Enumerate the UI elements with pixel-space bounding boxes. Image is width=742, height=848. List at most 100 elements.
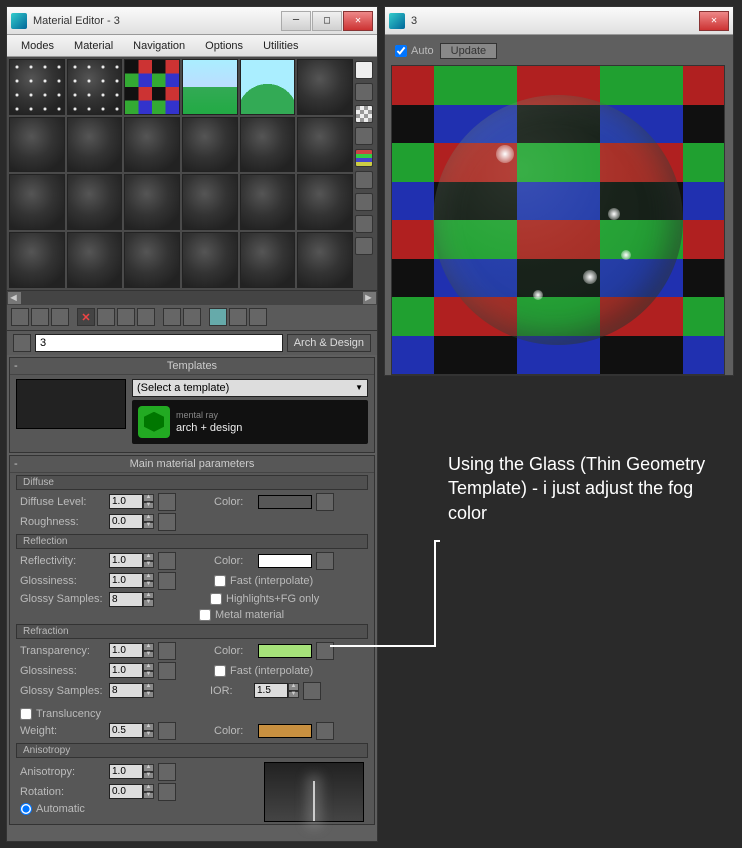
menu-navigation[interactable]: Navigation bbox=[123, 37, 195, 55]
material-slot[interactable] bbox=[9, 117, 65, 173]
material-slot[interactable] bbox=[124, 232, 180, 288]
diffuse-color-map[interactable] bbox=[316, 493, 334, 511]
show-end-result-icon[interactable] bbox=[209, 308, 227, 326]
rotation-input[interactable] bbox=[109, 784, 143, 799]
templates-header[interactable]: -Templates bbox=[10, 358, 374, 375]
refr-fast-checkbox[interactable]: Fast (interpolate) bbox=[214, 665, 313, 677]
roughness-map[interactable] bbox=[158, 513, 176, 531]
material-slot[interactable] bbox=[297, 174, 353, 230]
material-slot[interactable] bbox=[182, 232, 238, 288]
material-slot[interactable] bbox=[182, 174, 238, 230]
spinner-down[interactable]: ▼ bbox=[143, 502, 154, 510]
diffuse-level-map[interactable] bbox=[158, 493, 176, 511]
material-slot[interactable] bbox=[124, 174, 180, 230]
translucency-checkbox[interactable]: Translucency bbox=[20, 708, 101, 720]
material-slot[interactable] bbox=[9, 174, 65, 230]
go-parent-icon[interactable] bbox=[229, 308, 247, 326]
material-slot[interactable] bbox=[297, 59, 353, 115]
refl-color-swatch[interactable] bbox=[258, 554, 312, 568]
sample-type-icon[interactable] bbox=[355, 61, 373, 79]
material-slot[interactable] bbox=[240, 59, 296, 115]
automatic-radio[interactable]: Automatic bbox=[20, 803, 85, 815]
background-icon[interactable] bbox=[355, 105, 373, 123]
put-to-library-icon[interactable] bbox=[137, 308, 155, 326]
diffuse-color-swatch[interactable] bbox=[258, 495, 312, 509]
weight-input[interactable] bbox=[109, 723, 143, 738]
menu-options[interactable]: Options bbox=[195, 37, 253, 55]
refr-gloss-input[interactable] bbox=[109, 663, 143, 678]
close-button[interactable]: ✕ bbox=[343, 11, 373, 31]
preview-close-button[interactable]: ✕ bbox=[699, 11, 729, 31]
material-slot[interactable] bbox=[297, 232, 353, 288]
highlights-fg-checkbox[interactable]: Highlights+FG only bbox=[210, 593, 319, 605]
menu-modes[interactable]: Modes bbox=[11, 37, 64, 55]
material-slot[interactable] bbox=[67, 59, 123, 115]
refl-fast-checkbox[interactable]: Fast (interpolate) bbox=[214, 575, 313, 587]
trans-color-swatch[interactable] bbox=[258, 724, 312, 738]
material-slot[interactable] bbox=[67, 174, 123, 230]
options-icon[interactable] bbox=[355, 193, 373, 211]
make-preview-icon[interactable] bbox=[355, 171, 373, 189]
show-map-icon[interactable] bbox=[183, 308, 201, 326]
video-color-icon[interactable] bbox=[355, 149, 373, 167]
refr-samples-input[interactable] bbox=[109, 683, 143, 698]
roughness-input[interactable] bbox=[109, 514, 143, 529]
get-material-icon[interactable] bbox=[11, 308, 29, 326]
annotation-line bbox=[434, 540, 440, 542]
diffuse-color-label: Color: bbox=[214, 496, 254, 508]
assign-selection-icon[interactable] bbox=[51, 308, 69, 326]
make-copy-icon[interactable] bbox=[97, 308, 115, 326]
material-id-icon[interactable] bbox=[163, 308, 181, 326]
put-to-scene-icon[interactable] bbox=[31, 308, 49, 326]
metal-checkbox[interactable]: Metal material bbox=[199, 609, 284, 621]
rotation-label: Rotation: bbox=[20, 786, 105, 798]
go-sibling-icon[interactable] bbox=[249, 308, 267, 326]
select-by-material-icon[interactable] bbox=[355, 215, 373, 233]
material-name-input[interactable] bbox=[35, 334, 283, 352]
material-slot[interactable] bbox=[297, 117, 353, 173]
menu-material[interactable]: Material bbox=[64, 37, 123, 55]
preview-titlebar[interactable]: 3 ✕ bbox=[385, 7, 733, 35]
refr-samples-label: Glossy Samples: bbox=[20, 685, 105, 697]
titlebar[interactable]: Material Editor - 3 ─ □ ✕ bbox=[7, 7, 377, 35]
maximize-button[interactable]: □ bbox=[312, 11, 342, 31]
refl-samples-input[interactable] bbox=[109, 592, 143, 607]
material-slot[interactable] bbox=[124, 59, 180, 115]
diffuse-level-input[interactable] bbox=[109, 494, 143, 509]
scroll-left-button[interactable]: ◄ bbox=[7, 291, 22, 305]
material-slot[interactable] bbox=[240, 232, 296, 288]
backlight-icon[interactable] bbox=[355, 83, 373, 101]
minimize-button[interactable]: ─ bbox=[281, 11, 311, 31]
material-slot[interactable] bbox=[240, 174, 296, 230]
material-slot[interactable] bbox=[67, 232, 123, 288]
auto-checkbox[interactable]: Auto bbox=[395, 45, 434, 57]
material-type-button[interactable]: Arch & Design bbox=[287, 334, 371, 352]
menu-utilities[interactable]: Utilities bbox=[253, 37, 308, 55]
reset-map-icon[interactable]: ✕ bbox=[77, 308, 95, 326]
refl-gloss-input[interactable] bbox=[109, 573, 143, 588]
material-map-navigator-icon[interactable] bbox=[355, 237, 373, 255]
material-slot[interactable] bbox=[240, 117, 296, 173]
material-slot[interactable] bbox=[182, 59, 238, 115]
spinner-up[interactable]: ▲ bbox=[143, 494, 154, 502]
transparency-input[interactable] bbox=[109, 643, 143, 658]
scroll-right-button[interactable]: ► bbox=[362, 291, 377, 305]
ior-input[interactable] bbox=[254, 683, 288, 698]
material-slot[interactable] bbox=[9, 59, 65, 115]
refr-color-swatch[interactable] bbox=[258, 644, 312, 658]
material-slot[interactable] bbox=[9, 232, 65, 288]
make-unique-icon[interactable] bbox=[117, 308, 135, 326]
material-slot[interactable] bbox=[182, 117, 238, 173]
anisotropy-input[interactable] bbox=[109, 764, 143, 779]
material-slot[interactable] bbox=[124, 117, 180, 173]
sample-uv-icon[interactable] bbox=[355, 127, 373, 145]
main-params-header[interactable]: -Main material parameters bbox=[10, 456, 374, 473]
reflectivity-input[interactable] bbox=[109, 553, 143, 568]
material-slot[interactable] bbox=[67, 117, 123, 173]
pick-material-icon[interactable] bbox=[13, 334, 31, 352]
weight-label: Weight: bbox=[20, 725, 105, 737]
slots-scrollbar[interactable]: ◄ ► bbox=[7, 290, 377, 305]
diffuse-section: Diffuse bbox=[16, 475, 368, 490]
template-select[interactable]: (Select a template) bbox=[132, 379, 368, 397]
update-button[interactable]: Update bbox=[440, 43, 497, 59]
